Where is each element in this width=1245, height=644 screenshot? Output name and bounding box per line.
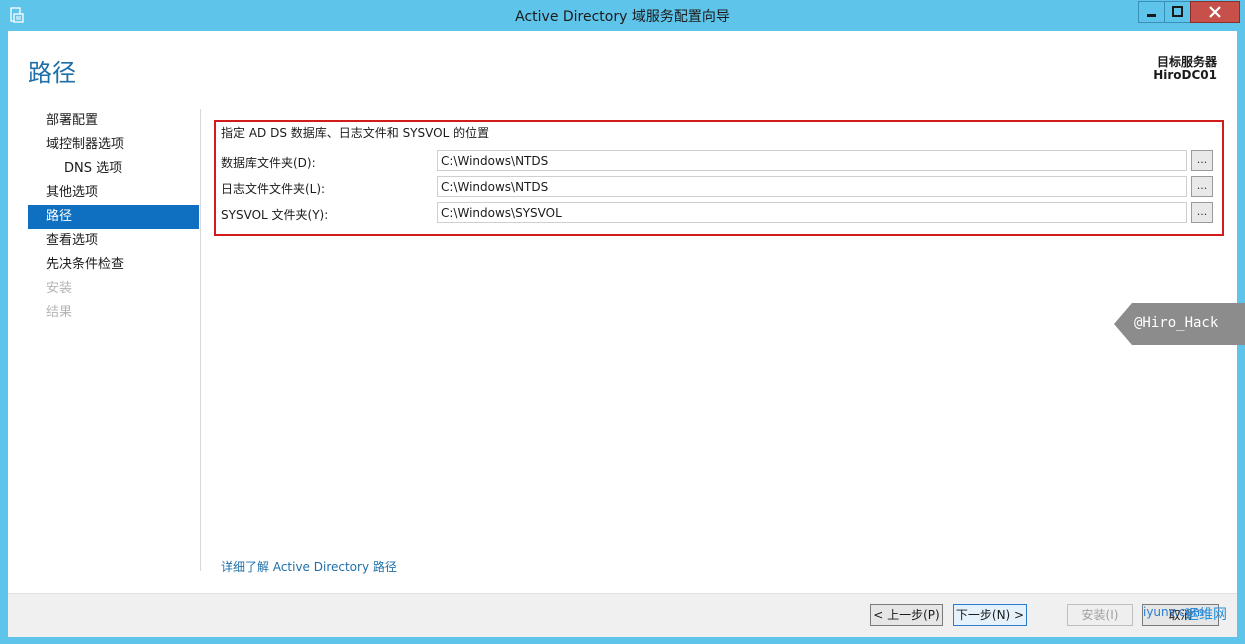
sysvol-folder-label: SYSVOL 文件夹(Y): <box>221 208 329 222</box>
maximize-icon <box>1172 6 1183 17</box>
nav-item-installation: 安装 <box>46 281 73 296</box>
paths-description: 指定 AD DS 数据库、日志文件和 SYSVOL 的位置 <box>221 126 490 140</box>
log-files-folder-input[interactable] <box>437 176 1187 197</box>
nav-item-dc-options[interactable]: 域控制器选项 <box>28 133 199 157</box>
nav-item-prerequisites-check[interactable]: 先决条件检查 <box>28 253 199 277</box>
target-server-name: HiroDC01 <box>1153 68 1217 82</box>
nav-item-review-options[interactable]: 查看选项 <box>28 229 199 253</box>
sysvol-folder-browse-button[interactable]: ... <box>1191 202 1213 223</box>
database-folder-browse-button[interactable]: ... <box>1191 150 1213 171</box>
nav-item-additional-options[interactable]: 其他选项 <box>28 181 199 205</box>
nav-item-results: 结果 <box>46 305 73 320</box>
minimize-button[interactable] <box>1138 1 1165 23</box>
minimize-icon <box>1147 14 1156 17</box>
previous-button[interactable]: < 上一步(P) <box>870 604 943 626</box>
title-bar[interactable]: Active Directory 域服务配置向导 <box>0 0 1245 31</box>
learn-more-link[interactable]: 详细了解 Active Directory 路径 <box>221 558 397 575</box>
site-watermark-cn: 运维网 <box>1185 607 1227 623</box>
nav-item-paths[interactable]: 路径 <box>28 205 199 229</box>
database-folder-label: 数据库文件夹(D): <box>221 156 316 170</box>
watermark-text: @Hiro_Hack <box>1134 315 1219 331</box>
maximize-button[interactable] <box>1164 1 1191 23</box>
log-files-folder-browse-button[interactable]: ... <box>1191 176 1213 197</box>
log-files-folder-label: 日志文件文件夹(L): <box>221 182 326 196</box>
nav-divider <box>200 109 201 571</box>
window-title: Active Directory 域服务配置向导 <box>515 9 730 25</box>
wizard-nav: 部署配置 域控制器选项 DNS 选项 其他选项 路径 查看选项 先决条件检查 安… <box>28 109 199 325</box>
database-folder-input[interactable] <box>437 150 1187 171</box>
close-icon <box>1209 6 1221 18</box>
next-button[interactable]: 下一步(N) > <box>953 604 1027 626</box>
wizard-client-area: 路径 目标服务器 HiroDC01 部署配置 域控制器选项 DNS 选项 其他选… <box>8 31 1237 637</box>
wizard-footer: < 上一步(P) 下一步(N) > 安装(I) 取消 <box>8 593 1237 637</box>
wizard-window: Active Directory 域服务配置向导 路径 目标服务器 HiroDC… <box>0 0 1245 644</box>
sysvol-folder-input[interactable] <box>437 202 1187 223</box>
nav-item-deployment-config[interactable]: 部署配置 <box>28 109 199 133</box>
page-title: 路径 <box>28 59 76 87</box>
nav-item-dns-options[interactable]: DNS 选项 <box>28 157 199 181</box>
close-button[interactable] <box>1190 1 1240 23</box>
install-button: 安装(I) <box>1067 604 1133 626</box>
